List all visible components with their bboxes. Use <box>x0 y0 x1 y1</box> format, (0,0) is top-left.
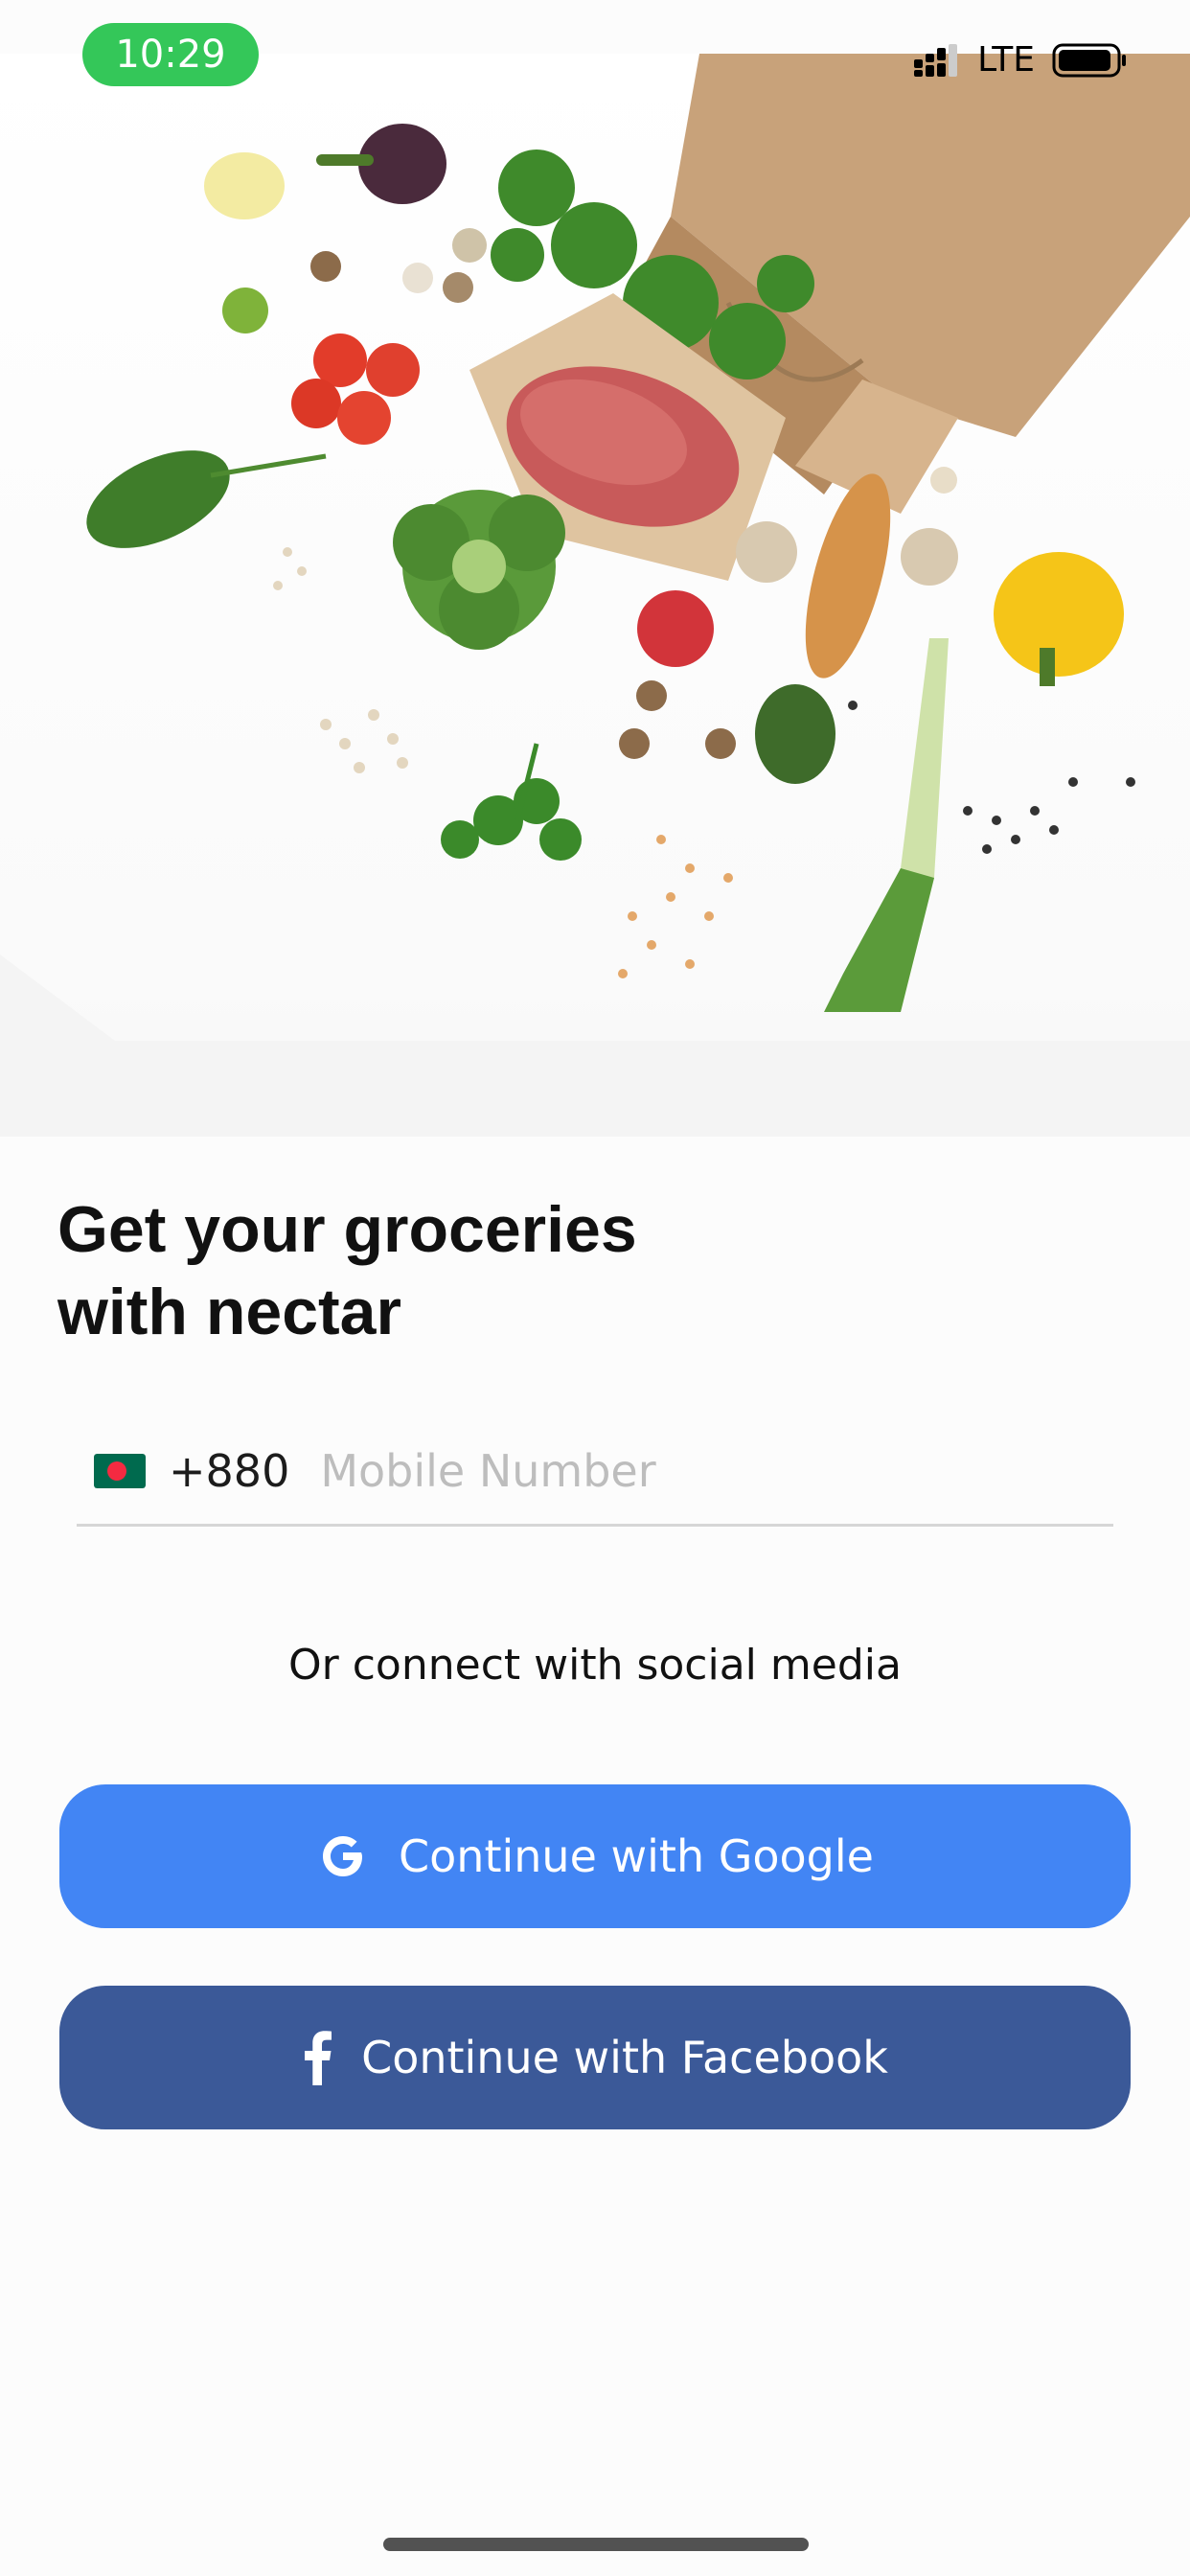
google-button-label: Continue with Google <box>399 1830 874 1882</box>
mobile-number-input[interactable] <box>320 1445 1049 1497</box>
facebook-icon <box>302 2030 332 2085</box>
status-bar: 10:29 LTE <box>0 0 1190 105</box>
status-icons: LTE <box>914 40 1129 80</box>
signal-icon <box>914 43 958 77</box>
country-code[interactable]: +880 <box>169 1445 289 1497</box>
bangladesh-flag-icon[interactable] <box>94 1454 146 1488</box>
groceries-photo <box>0 54 1190 1137</box>
social-connect-label: Or connect with social media <box>288 1641 902 1690</box>
title-line-1: Get your groceries <box>57 1193 637 1266</box>
facebook-button-label: Continue with Facebook <box>361 2032 888 2083</box>
hero-groceries-image <box>0 54 1190 1137</box>
continue-with-google-button[interactable]: Continue with Google <box>59 1784 1131 1928</box>
network-label: LTE <box>977 40 1035 80</box>
login-screen: 10:29 LTE Get your groceries with nectar… <box>0 0 1190 2576</box>
title-line-2: with nectar <box>57 1276 401 1348</box>
home-indicator[interactable] <box>383 2538 809 2551</box>
page-title: Get your groceries with nectar <box>57 1188 920 1353</box>
continue-with-facebook-button[interactable]: Continue with Facebook <box>59 1986 1131 2129</box>
phone-number-field[interactable]: +880 <box>77 1418 1113 1527</box>
status-time: 10:29 <box>82 23 259 86</box>
google-icon <box>316 1829 370 1883</box>
battery-icon <box>1052 43 1126 77</box>
